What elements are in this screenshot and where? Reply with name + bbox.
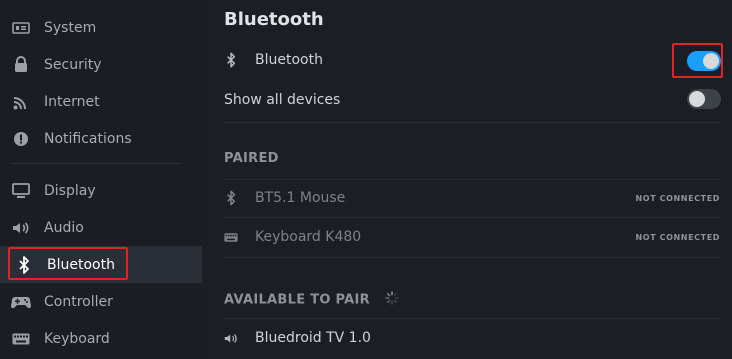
connection-status: NOT CONNECTED [635,193,720,203]
divider [224,122,720,123]
bluetooth-icon [224,190,238,206]
sidebar-item-label: Internet [44,93,100,110]
divider [224,257,720,258]
device-name: Keyboard K480 [255,229,362,245]
sidebar-item-notifications[interactable]: Notifications [0,120,202,157]
sidebar-item-label: Display [44,182,96,199]
page-title: Bluetooth [224,9,324,30]
lock-icon [11,55,31,75]
wifi-icon [11,92,31,112]
speaker-icon [224,332,238,345]
bluetooth-toggle-label: Bluetooth [255,52,323,68]
available-heading: AVAILABLE TO PAIR [224,291,399,309]
paired-heading: PAIRED [224,151,279,166]
show-all-devices-row[interactable]: Show all devices [224,90,720,110]
divider [224,318,720,319]
available-heading-label: AVAILABLE TO PAIR [224,292,370,308]
device-name: BT5.1 Mouse [255,190,346,206]
show-all-devices-toggle[interactable] [687,89,721,109]
bluetooth-toggle[interactable] [687,51,721,71]
system-icon [11,18,31,38]
sidebar-item-security[interactable]: Security [0,46,202,83]
sidebar-item-label: Security [44,56,102,73]
paired-device-row[interactable]: BT5.1 Mouse NOT CONNECTED [224,188,720,208]
sidebar-item-keyboard[interactable]: Keyboard [0,320,202,357]
speaker-icon [11,218,31,238]
sidebar-item-label: Notifications [44,130,132,147]
divider [224,217,720,218]
device-name: Bluedroid TV 1.0 [255,330,371,346]
toggle-knob [689,91,705,107]
sidebar-item-bluetooth[interactable]: Bluetooth [0,246,202,283]
available-device-row[interactable]: Bluedroid TV 1.0 [224,328,720,348]
bluetooth-panel: Bluetooth Bluetooth Show all devices PAI… [202,0,732,359]
bell-icon [11,129,31,149]
loading-spinner-icon [385,291,399,309]
sidebar-item-label: Keyboard [44,330,110,347]
show-all-devices-label: Show all devices [224,92,341,108]
sidebar-item-label: System [44,19,97,36]
sidebar-item-display[interactable]: Display [0,172,202,209]
sidebar-item-label: Audio [44,219,84,236]
sidebar-item-label: Controller [44,293,113,310]
sidebar-item-audio[interactable]: Audio [0,209,202,246]
toggle-knob [703,53,719,69]
keyboard-icon [11,329,31,349]
sidebar-divider [11,163,181,164]
divider [224,179,720,180]
connection-status: NOT CONNECTED [635,232,720,242]
settings-window: System Security Internet Notifications D… [0,0,732,359]
gamepad-icon [11,292,31,312]
sidebar-item-internet[interactable]: Internet [0,83,202,120]
bluetooth-icon [224,52,238,68]
sidebar: System Security Internet Notifications D… [0,0,202,359]
paired-device-row[interactable]: Keyboard K480 NOT CONNECTED [224,227,720,247]
highlight-box [8,247,128,280]
monitor-icon [11,181,31,201]
bluetooth-toggle-row[interactable]: Bluetooth [224,50,720,70]
sidebar-item-controller[interactable]: Controller [0,283,202,320]
keyboard-icon [224,232,238,243]
sidebar-item-system[interactable]: System [0,9,202,46]
